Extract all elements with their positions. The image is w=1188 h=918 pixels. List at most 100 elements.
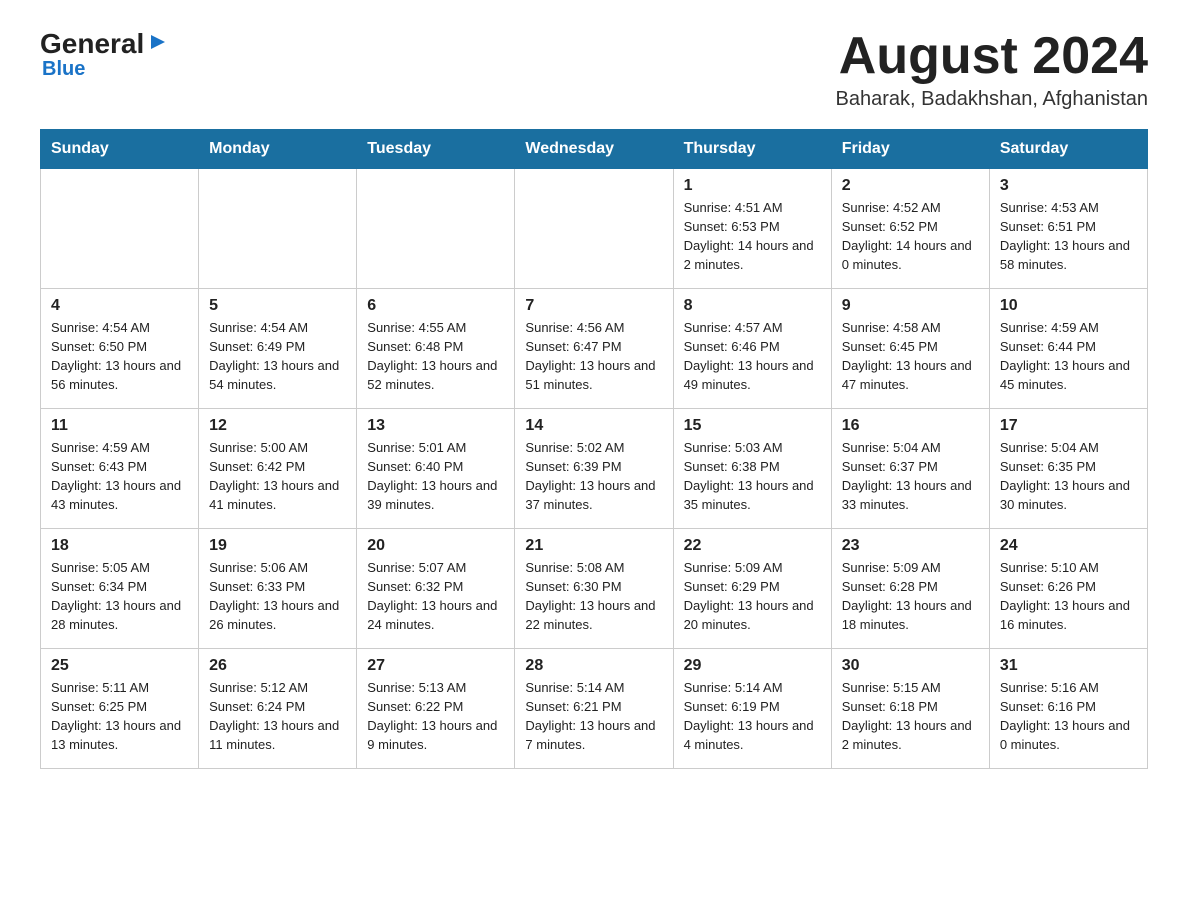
week-row-2: 4 Sunrise: 4:54 AMSunset: 6:50 PMDaylight… xyxy=(41,289,1148,409)
calendar-cell xyxy=(515,169,673,289)
calendar-cell xyxy=(357,169,515,289)
logo-arrow-icon xyxy=(147,31,169,53)
calendar-cell: 30 Sunrise: 5:15 AMSunset: 6:18 PMDayligh… xyxy=(831,649,989,769)
title-area: August 2024 Baharak, Badakhshan, Afghani… xyxy=(836,30,1148,111)
week-row-3: 11Sunrise: 4:59 AMSunset: 6:43 PMDayligh… xyxy=(41,409,1148,529)
day-number: 4 xyxy=(51,297,188,315)
calendar-cell xyxy=(199,169,357,289)
calendar-cell: 1 Sunrise: 4:51 AMSunset: 6:53 PMDaylight… xyxy=(673,169,831,289)
col-header-sunday: Sunday xyxy=(41,130,199,169)
week-row-5: 25 Sunrise: 5:11 AMSunset: 6:25 PMDayligh… xyxy=(41,649,1148,769)
calendar-cell: 28 Sunrise: 5:14 AMSunset: 6:21 PMDayligh… xyxy=(515,649,673,769)
calendar-cell: 17 Sunrise: 5:04 AMSunset: 6:35 PMDayligh… xyxy=(989,409,1147,529)
logo-general: General xyxy=(40,30,144,58)
calendar-cell: 9Sunrise: 4:58 AMSunset: 6:45 PMDaylight… xyxy=(831,289,989,409)
day-number: 29 xyxy=(684,657,821,675)
day-number: 28 xyxy=(525,657,662,675)
calendar-cell: 18 Sunrise: 5:05 AMSunset: 6:34 PMDayligh… xyxy=(41,529,199,649)
calendar-header-row: SundayMondayTuesdayWednesdayThursdayFrid… xyxy=(41,130,1148,169)
day-number: 3 xyxy=(1000,177,1137,195)
col-header-monday: Monday xyxy=(199,130,357,169)
day-number: 7 xyxy=(525,297,662,315)
day-info: Sunrise: 5:15 AMSunset: 6:18 PMDaylight:… xyxy=(842,679,979,754)
day-info: Sunrise: 5:04 AMSunset: 6:37 PMDaylight:… xyxy=(842,439,979,514)
day-number: 12 xyxy=(209,417,346,435)
day-info: Sunrise: 5:02 AMSunset: 6:39 PMDaylight:… xyxy=(525,439,662,514)
calendar-cell xyxy=(41,169,199,289)
day-info: Sunrise: 5:06 AMSunset: 6:33 PMDaylight:… xyxy=(209,559,346,634)
calendar-cell: 7 Sunrise: 4:56 AMSunset: 6:47 PMDaylight… xyxy=(515,289,673,409)
col-header-saturday: Saturday xyxy=(989,130,1147,169)
calendar-table: SundayMondayTuesdayWednesdayThursdayFrid… xyxy=(40,129,1148,769)
calendar-cell: 24 Sunrise: 5:10 AMSunset: 6:26 PMDayligh… xyxy=(989,529,1147,649)
day-info: Sunrise: 5:14 AMSunset: 6:21 PMDaylight:… xyxy=(525,679,662,754)
calendar-cell: 13 Sunrise: 5:01 AMSunset: 6:40 PMDayligh… xyxy=(357,409,515,529)
day-number: 26 xyxy=(209,657,346,675)
calendar-cell: 23 Sunrise: 5:09 AMSunset: 6:28 PMDayligh… xyxy=(831,529,989,649)
day-number: 22 xyxy=(684,537,821,555)
calendar-cell: 16Sunrise: 5:04 AMSunset: 6:37 PMDayligh… xyxy=(831,409,989,529)
day-info: Sunrise: 5:03 AMSunset: 6:38 PMDaylight:… xyxy=(684,439,821,514)
calendar-cell: 31 Sunrise: 5:16 AMSunset: 6:16 PMDayligh… xyxy=(989,649,1147,769)
calendar-cell: 4 Sunrise: 4:54 AMSunset: 6:50 PMDaylight… xyxy=(41,289,199,409)
day-info: Sunrise: 4:55 AMSunset: 6:48 PMDaylight:… xyxy=(367,319,504,394)
day-number: 30 xyxy=(842,657,979,675)
day-number: 11 xyxy=(51,417,188,435)
day-number: 23 xyxy=(842,537,979,555)
day-info: Sunrise: 4:52 AMSunset: 6:52 PMDaylight:… xyxy=(842,199,979,274)
day-number: 6 xyxy=(367,297,504,315)
calendar-cell: 19Sunrise: 5:06 AMSunset: 6:33 PMDayligh… xyxy=(199,529,357,649)
day-info: Sunrise: 5:11 AMSunset: 6:25 PMDaylight:… xyxy=(51,679,188,754)
col-header-wednesday: Wednesday xyxy=(515,130,673,169)
day-info: Sunrise: 4:51 AMSunset: 6:53 PMDaylight:… xyxy=(684,199,821,274)
day-number: 27 xyxy=(367,657,504,675)
day-number: 21 xyxy=(525,537,662,555)
calendar-cell: 29 Sunrise: 5:14 AMSunset: 6:19 PMDayligh… xyxy=(673,649,831,769)
day-info: Sunrise: 4:53 AMSunset: 6:51 PMDaylight:… xyxy=(1000,199,1137,274)
day-number: 17 xyxy=(1000,417,1137,435)
col-header-friday: Friday xyxy=(831,130,989,169)
day-info: Sunrise: 4:59 AMSunset: 6:44 PMDaylight:… xyxy=(1000,319,1137,394)
calendar-cell: 8Sunrise: 4:57 AMSunset: 6:46 PMDaylight… xyxy=(673,289,831,409)
day-info: Sunrise: 5:08 AMSunset: 6:30 PMDaylight:… xyxy=(525,559,662,634)
calendar-cell: 10 Sunrise: 4:59 AMSunset: 6:44 PMDayligh… xyxy=(989,289,1147,409)
day-number: 14 xyxy=(525,417,662,435)
day-number: 1 xyxy=(684,177,821,195)
col-header-tuesday: Tuesday xyxy=(357,130,515,169)
calendar-cell: 3 Sunrise: 4:53 AMSunset: 6:51 PMDaylight… xyxy=(989,169,1147,289)
day-info: Sunrise: 5:13 AMSunset: 6:22 PMDaylight:… xyxy=(367,679,504,754)
day-number: 31 xyxy=(1000,657,1137,675)
day-info: Sunrise: 5:07 AMSunset: 6:32 PMDaylight:… xyxy=(367,559,504,634)
day-info: Sunrise: 4:57 AMSunset: 6:46 PMDaylight:… xyxy=(684,319,821,394)
day-info: Sunrise: 4:56 AMSunset: 6:47 PMDaylight:… xyxy=(525,319,662,394)
location-subtitle: Baharak, Badakhshan, Afghanistan xyxy=(836,88,1148,111)
calendar-cell: 22Sunrise: 5:09 AMSunset: 6:29 PMDayligh… xyxy=(673,529,831,649)
calendar-cell: 25 Sunrise: 5:11 AMSunset: 6:25 PMDayligh… xyxy=(41,649,199,769)
day-info: Sunrise: 5:14 AMSunset: 6:19 PMDaylight:… xyxy=(684,679,821,754)
day-info: Sunrise: 5:10 AMSunset: 6:26 PMDaylight:… xyxy=(1000,559,1137,634)
day-info: Sunrise: 5:01 AMSunset: 6:40 PMDaylight:… xyxy=(367,439,504,514)
calendar-cell: 21 Sunrise: 5:08 AMSunset: 6:30 PMDayligh… xyxy=(515,529,673,649)
day-number: 13 xyxy=(367,417,504,435)
day-info: Sunrise: 5:05 AMSunset: 6:34 PMDaylight:… xyxy=(51,559,188,634)
calendar-cell: 2 Sunrise: 4:52 AMSunset: 6:52 PMDaylight… xyxy=(831,169,989,289)
day-info: Sunrise: 5:00 AMSunset: 6:42 PMDaylight:… xyxy=(209,439,346,514)
day-number: 18 xyxy=(51,537,188,555)
week-row-4: 18 Sunrise: 5:05 AMSunset: 6:34 PMDayligh… xyxy=(41,529,1148,649)
day-info: Sunrise: 5:12 AMSunset: 6:24 PMDaylight:… xyxy=(209,679,346,754)
day-info: Sunrise: 4:54 AMSunset: 6:49 PMDaylight:… xyxy=(209,319,346,394)
day-number: 5 xyxy=(209,297,346,315)
day-info: Sunrise: 5:16 AMSunset: 6:16 PMDaylight:… xyxy=(1000,679,1137,754)
day-info: Sunrise: 5:04 AMSunset: 6:35 PMDaylight:… xyxy=(1000,439,1137,514)
calendar-cell: 26 Sunrise: 5:12 AMSunset: 6:24 PMDayligh… xyxy=(199,649,357,769)
day-info: Sunrise: 4:54 AMSunset: 6:50 PMDaylight:… xyxy=(51,319,188,394)
day-number: 25 xyxy=(51,657,188,675)
week-row-1: 1 Sunrise: 4:51 AMSunset: 6:53 PMDaylight… xyxy=(41,169,1148,289)
day-number: 2 xyxy=(842,177,979,195)
day-number: 10 xyxy=(1000,297,1137,315)
day-number: 15 xyxy=(684,417,821,435)
day-info: Sunrise: 5:09 AMSunset: 6:28 PMDaylight:… xyxy=(842,559,979,634)
calendar-cell: 11Sunrise: 4:59 AMSunset: 6:43 PMDayligh… xyxy=(41,409,199,529)
day-number: 24 xyxy=(1000,537,1137,555)
logo: General Blue xyxy=(40,30,169,81)
